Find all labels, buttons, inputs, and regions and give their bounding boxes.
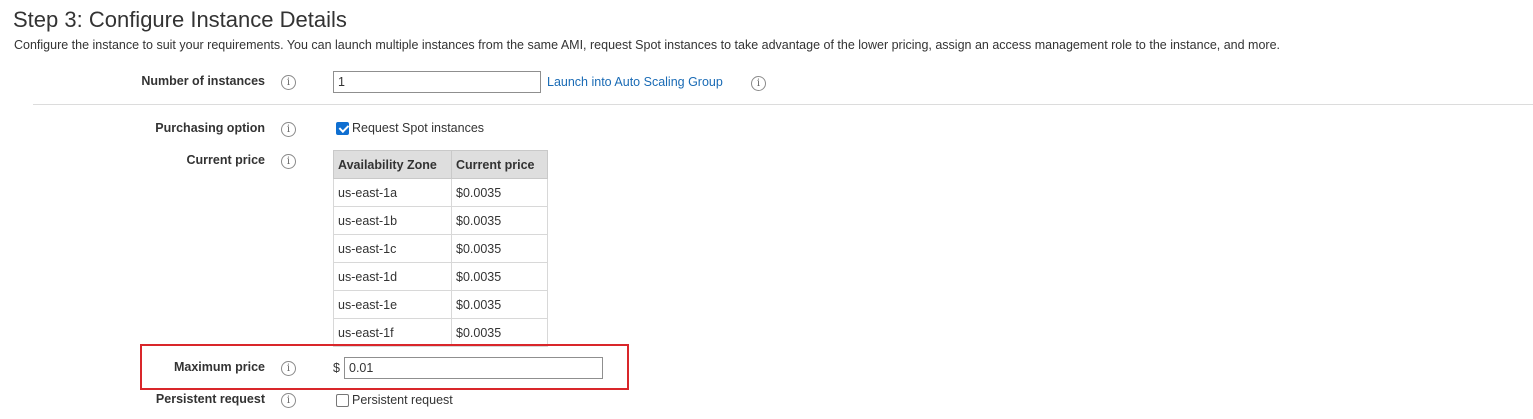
purchasing-option-label: Purchasing option xyxy=(155,121,265,135)
purchasing-option-info-icon[interactable]: i xyxy=(281,122,296,137)
page-subtitle: Configure the instance to suit your requ… xyxy=(14,38,1280,52)
availability-zone-cell: us-east-1a xyxy=(333,178,452,207)
persistent-request-label: Persistent request xyxy=(155,392,265,406)
availability-zone-cell: us-east-1b xyxy=(333,206,452,235)
launch-auto-scaling-group-link[interactable]: Launch into Auto Scaling Group xyxy=(547,75,723,89)
price-cell: $0.0035 xyxy=(451,234,548,263)
current-price-label: Current price xyxy=(186,153,266,167)
persistent-request-info-icon[interactable]: i xyxy=(281,393,296,408)
maximum-price-info-icon[interactable]: i xyxy=(281,361,296,376)
availability-zone-cell: us-east-1e xyxy=(333,290,452,319)
table-row: us-east-1c $0.0035 xyxy=(333,234,548,263)
current-price-table: Availability Zone Current price us-east-… xyxy=(333,150,548,347)
price-cell: $0.0035 xyxy=(451,290,548,319)
configure-instance-page: Step 3: Configure Instance Details Confi… xyxy=(0,0,1533,419)
request-spot-instances-checkbox[interactable] xyxy=(336,121,349,135)
table-row: us-east-1d $0.0035 xyxy=(333,262,548,291)
number-of-instances-info-icon[interactable]: i xyxy=(281,75,296,90)
persistent-request-checkbox-label: Persistent request xyxy=(352,393,453,407)
maximum-price-input[interactable] xyxy=(344,357,603,379)
request-spot-instances-label: Request Spot instances xyxy=(352,121,485,135)
column-header-availability-zone: Availability Zone xyxy=(333,150,452,179)
price-cell: $0.0035 xyxy=(451,318,548,347)
auto-scaling-info-icon[interactable]: i xyxy=(751,76,766,91)
availability-zone-cell: us-east-1d xyxy=(333,262,452,291)
current-price-info-icon[interactable]: i xyxy=(281,154,296,169)
table-row: us-east-1f $0.0035 xyxy=(333,318,548,347)
currency-symbol: $ xyxy=(333,361,340,375)
availability-zone-cell: us-east-1c xyxy=(333,234,452,263)
availability-zone-cell: us-east-1f xyxy=(333,318,452,347)
price-cell: $0.0035 xyxy=(451,262,548,291)
number-of-instances-label: Number of instances xyxy=(141,74,265,88)
table-row: us-east-1e $0.0035 xyxy=(333,290,548,319)
persistent-request-checkbox[interactable] xyxy=(336,393,349,407)
table-row: us-east-1a $0.0035 xyxy=(333,178,548,207)
section-divider xyxy=(33,104,1533,105)
table-row: us-east-1b $0.0035 xyxy=(333,206,548,235)
page-title: Step 3: Configure Instance Details xyxy=(13,7,347,32)
request-spot-instances-option[interactable]: Request Spot instances xyxy=(336,121,484,135)
number-of-instances-input[interactable] xyxy=(333,71,541,93)
maximum-price-label: Maximum price xyxy=(173,360,265,374)
table-header-row: Availability Zone Current price xyxy=(333,150,548,179)
price-cell: $0.0035 xyxy=(451,206,548,235)
price-cell: $0.0035 xyxy=(451,178,548,207)
persistent-request-option[interactable]: Persistent request xyxy=(336,393,453,407)
column-header-current-price: Current price xyxy=(451,150,548,179)
